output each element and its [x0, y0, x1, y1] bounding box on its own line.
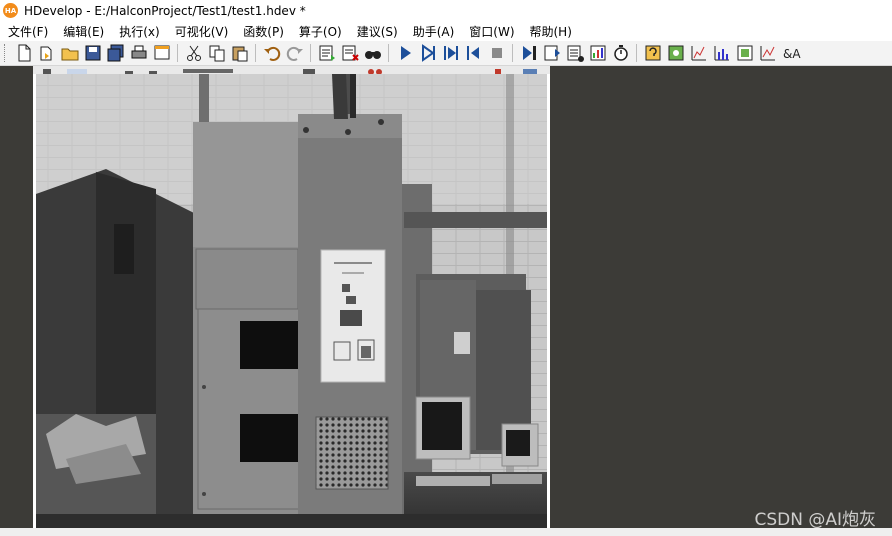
- open-file-button[interactable]: [37, 43, 57, 63]
- save-icon: [85, 45, 100, 61]
- halcon-logo-icon: HA: [3, 3, 18, 18]
- menu-item-1[interactable]: 编辑(E): [55, 23, 111, 40]
- menu-item-8[interactable]: 窗口(W): [461, 23, 521, 40]
- toolbar-separator: [388, 44, 389, 62]
- image-acquisition-icon: [668, 45, 683, 61]
- menu-item-3[interactable]: 可视化(V): [167, 23, 236, 40]
- menu-item-9[interactable]: 帮助(H): [522, 23, 579, 40]
- feature-histogram-icon: [714, 46, 729, 61]
- menu-item-2[interactable]: 执行(x): [111, 23, 166, 40]
- find-icon: [364, 51, 381, 59]
- print-icon: [131, 45, 146, 59]
- stop-button[interactable]: [487, 43, 507, 63]
- paste-button[interactable]: [230, 43, 250, 63]
- toolbar-grip[interactable]: [4, 44, 8, 62]
- step-over-icon: [421, 44, 435, 62]
- watermark: CSDN @AI炮灰: [754, 510, 876, 530]
- zoom-window-button[interactable]: [735, 43, 755, 63]
- profiler-button[interactable]: [588, 43, 608, 63]
- redo-button[interactable]: [285, 43, 305, 63]
- activate-button[interactable]: [565, 43, 585, 63]
- toolbar-separator: [177, 44, 178, 62]
- timer-icon: [613, 45, 628, 61]
- run-icon: [400, 46, 411, 60]
- image-display[interactable]: [36, 74, 547, 528]
- menu-item-4[interactable]: 函数(P): [235, 23, 291, 40]
- feature-histogram-button[interactable]: [712, 43, 732, 63]
- line-profile-icon: [760, 46, 775, 61]
- reset-breakpoints-button[interactable]: [542, 43, 562, 63]
- menu-item-6[interactable]: 建议(S): [349, 23, 405, 40]
- cut-button[interactable]: [184, 43, 204, 63]
- toolbar-separator: [636, 44, 637, 62]
- step-over-button[interactable]: [418, 43, 438, 63]
- toolbar-separator: [255, 44, 256, 62]
- open-file-icon: [40, 46, 51, 61]
- reset-breakpoints-icon: [544, 45, 560, 61]
- insert-operator-icon: [319, 45, 335, 61]
- copy-button[interactable]: [207, 43, 227, 63]
- step-into-button[interactable]: [441, 43, 461, 63]
- graphics-window-toolbar: [33, 66, 550, 74]
- print-button[interactable]: [129, 43, 149, 63]
- new-file-button[interactable]: [14, 43, 34, 63]
- menu-item-7[interactable]: 助手(A): [405, 23, 462, 40]
- copy-icon: [209, 45, 224, 62]
- program-window-icon: [154, 45, 169, 60]
- timer-button[interactable]: [611, 43, 631, 63]
- reset-program-button[interactable]: [519, 43, 539, 63]
- step-into-icon: [443, 46, 458, 60]
- help-button[interactable]: [643, 43, 663, 63]
- menu-bar: 文件(F) 编辑(E) 执行(x) 可视化(V) 函数(P) 算子(O) 建议(S) 助手(A…: [0, 21, 892, 41]
- histogram-icon: [691, 46, 706, 61]
- save-all-icon: [107, 44, 123, 62]
- reset-program-icon: [522, 46, 536, 60]
- step-out-icon: [466, 46, 479, 60]
- save-all-button[interactable]: [106, 43, 126, 63]
- new-file-icon: [18, 44, 30, 62]
- window-title: HDevelop - E:/HalconProject/Test1/test1.…: [24, 3, 306, 18]
- image-acquisition-button[interactable]: [666, 43, 686, 63]
- open-folder-icon: [61, 48, 78, 61]
- main-toolbar: &A: [0, 41, 892, 66]
- insert-operator-button[interactable]: [317, 43, 337, 63]
- delete-operator-button[interactable]: [340, 43, 360, 63]
- help-icon: [645, 45, 660, 61]
- grayscale-image: [36, 74, 547, 528]
- histogram-button[interactable]: [689, 43, 709, 63]
- undo-icon: [263, 46, 280, 61]
- activate-icon: [567, 45, 584, 62]
- zoom-window-icon: [737, 45, 752, 61]
- profiler-icon: [590, 45, 605, 61]
- title-bar: HA HDevelop - E:/HalconProject/Test1/tes…: [0, 0, 892, 21]
- toolbar-separator: [310, 44, 311, 62]
- cut-icon: [186, 45, 201, 61]
- svg-text:&A: &A: [783, 47, 801, 61]
- line-profile-button[interactable]: [758, 43, 778, 63]
- find-button[interactable]: [363, 43, 383, 63]
- toolbar-separator: [512, 44, 513, 62]
- graphics-window[interactable]: [33, 66, 550, 536]
- ocr-button[interactable]: &A: [781, 43, 801, 63]
- open-folder-button[interactable]: [60, 43, 80, 63]
- step-out-button[interactable]: [464, 43, 484, 63]
- ocr-icon: &A: [783, 47, 801, 61]
- program-window-button[interactable]: [152, 43, 172, 63]
- menu-item-5[interactable]: 算子(O): [291, 23, 349, 40]
- undo-button[interactable]: [262, 43, 282, 63]
- run-button[interactable]: [395, 43, 415, 63]
- save-button[interactable]: [83, 43, 103, 63]
- delete-operator-icon: [342, 45, 359, 61]
- redo-icon: [286, 46, 303, 61]
- paste-icon: [232, 46, 247, 62]
- stop-icon: [491, 48, 502, 58]
- menu-item-0[interactable]: 文件(F): [0, 23, 55, 40]
